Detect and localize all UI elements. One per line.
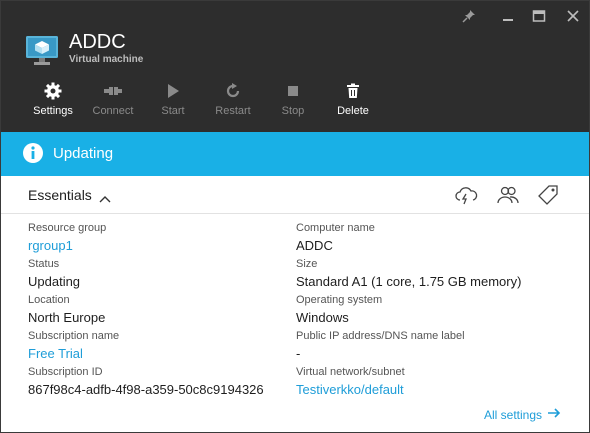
all-settings-label: All settings [483, 407, 542, 422]
start-button[interactable]: Start [145, 81, 201, 117]
chevron-up-icon[interactable] [99, 190, 111, 203]
start-label: Start [161, 105, 185, 117]
stop-label: Stop [281, 105, 305, 117]
property-label: Subscription ID [28, 366, 103, 378]
restart-label: Restart [215, 105, 251, 117]
maximize-icon[interactable] [528, 7, 550, 25]
property-label: Resource group [28, 222, 107, 234]
virtual-network-link[interactable]: Testiverkko/default [296, 381, 576, 398]
connect-button[interactable]: Connect [85, 81, 141, 117]
property-label: Computer name [296, 222, 375, 234]
arrow-right-icon [547, 407, 561, 422]
play-icon [145, 81, 201, 101]
property-status: Status Updating [28, 257, 288, 290]
property-subscription-id: Subscription ID 867f98c4-adfb-4f98-a359-… [28, 365, 288, 398]
settings-button[interactable]: Settings [25, 81, 81, 117]
essentials-header: Essentials [1, 176, 589, 214]
delete-button[interactable]: Delete [325, 81, 381, 117]
page-subtitle: Virtual machine [69, 54, 144, 65]
essentials-title[interactable]: Essentials [28, 187, 92, 203]
gear-icon [25, 81, 81, 101]
vm-blade: ADDC Virtual machine Settings Connect St… [0, 0, 590, 433]
property-label: Location [28, 294, 70, 306]
status-notification-bar[interactable]: Updating [1, 132, 589, 176]
property-value: - [296, 346, 301, 361]
all-settings-link[interactable]: All settings [484, 407, 561, 422]
property-subscription-name: Subscription name Free Trial [28, 329, 288, 362]
restart-icon [205, 81, 261, 101]
property-operating-system: Operating system Windows [296, 293, 576, 326]
status-text: Updating [53, 145, 114, 162]
property-public-ip: Public IP address/DNS name label - [296, 329, 576, 362]
property-label: Subscription name [28, 330, 120, 342]
close-icon[interactable] [562, 7, 584, 25]
property-size: Size Standard A1 (1 core, 1.75 GB memory… [296, 257, 576, 290]
users-icon[interactable] [495, 182, 521, 208]
delete-label: Delete [337, 105, 369, 117]
property-location: Location North Europe [28, 293, 288, 326]
property-label: Virtual network/subnet [296, 366, 405, 378]
property-value: Windows [296, 310, 349, 325]
property-value: ADDC [296, 238, 333, 253]
property-computer-name: Computer name ADDC [296, 221, 576, 254]
property-label: Operating system [296, 294, 383, 306]
trash-icon [325, 81, 381, 101]
settings-label: Settings [33, 105, 73, 117]
property-label: Size [296, 258, 318, 270]
property-value: North Europe [28, 310, 106, 325]
restart-button[interactable]: Restart [205, 81, 261, 117]
minimize-icon[interactable] [497, 7, 519, 25]
property-resource-group: Resource group rgroup1 [28, 221, 288, 254]
virtual-machine-icon [25, 34, 59, 68]
property-value: 867f98c4-adfb-4f98-a359-50c8c9194326 [28, 382, 264, 397]
property-value: Updating [28, 274, 81, 289]
property-label: Status [28, 258, 60, 270]
connect-label: Connect [92, 105, 134, 117]
page-title: ADDC [69, 31, 126, 53]
subscription-name-link[interactable]: Free Trial [28, 345, 288, 362]
stop-square-icon [265, 81, 321, 101]
blade-header: ADDC Virtual machine Settings Connect St… [1, 1, 589, 132]
resource-group-link[interactable]: rgroup1 [28, 237, 288, 254]
connect-plug-icon [85, 81, 141, 101]
property-label: Public IP address/DNS name label [296, 330, 465, 342]
cloud-lightning-icon[interactable] [453, 182, 479, 208]
pin-icon[interactable] [458, 7, 480, 25]
stop-button[interactable]: Stop [265, 81, 321, 117]
property-virtual-network: Virtual network/subnet Testiverkko/defau… [296, 365, 576, 398]
tag-icon[interactable] [535, 182, 561, 208]
info-icon [22, 142, 44, 164]
property-value: Standard A1 (1 core, 1.75 GB memory) [296, 274, 522, 289]
